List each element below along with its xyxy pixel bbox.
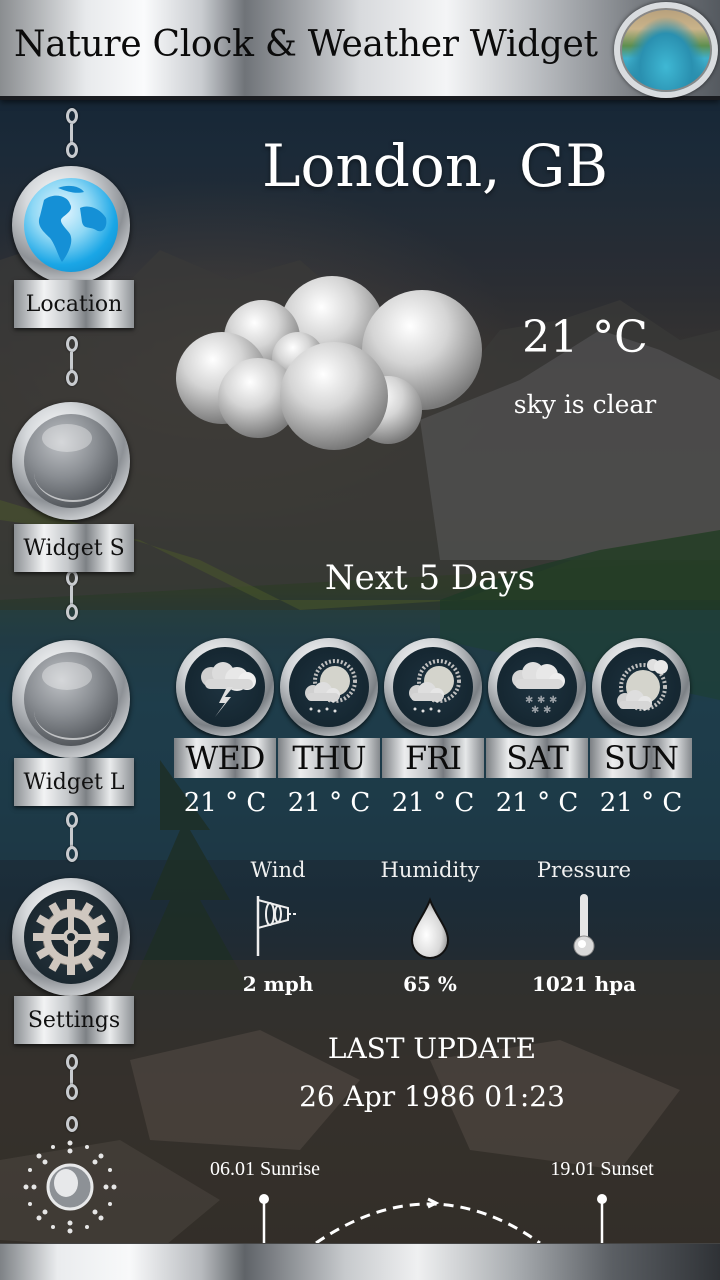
day-label: SUN xyxy=(590,738,692,778)
globe-icon xyxy=(24,178,118,272)
chain-link xyxy=(66,846,78,862)
cloud-snow-icon: ✱ ✱ ✱ ✱ ✱ xyxy=(512,662,565,716)
gear-icon xyxy=(24,890,118,984)
sunset-time: 19.01 Sunset xyxy=(550,1158,654,1180)
chain-link xyxy=(66,370,78,386)
day-label: FRI xyxy=(382,738,484,778)
footer-bar xyxy=(0,1243,720,1280)
location-label: Location xyxy=(14,280,134,328)
wind-stat: Wind 2 mph xyxy=(208,858,348,998)
wind-value: 2 mph xyxy=(242,972,314,996)
cloudy-icon xyxy=(176,276,482,450)
chain-link xyxy=(66,336,78,352)
sunrise-marker-dot xyxy=(259,1194,269,1204)
chain-link xyxy=(66,604,78,620)
humidity-value: 65 % xyxy=(403,972,457,996)
chain-link xyxy=(66,142,78,158)
day-temperature: 21 ° C xyxy=(495,788,579,818)
chain-bar xyxy=(70,586,73,606)
thunderstorm-icon xyxy=(201,662,256,717)
sunrise-time: 06.01 Sunrise xyxy=(210,1158,320,1180)
sun-path-arc xyxy=(259,1194,607,1245)
lake-mountain-logo-icon[interactable] xyxy=(614,2,718,98)
forecast-day-wed[interactable]: WED 21 ° C xyxy=(174,638,276,828)
day-temperature: 21 ° C xyxy=(183,788,267,818)
app-header: Nature Clock & Weather Widget xyxy=(0,0,720,100)
thermometer-icon xyxy=(573,894,595,957)
sun-cloud-rain-icon xyxy=(409,659,461,713)
city-name[interactable]: London, GB xyxy=(200,132,670,200)
glass-orb-icon xyxy=(24,414,118,508)
pressure-value: 1021 hpa xyxy=(531,972,637,996)
pressure-stat: Pressure 1021 hpa xyxy=(514,858,654,998)
chain-link xyxy=(66,108,78,124)
pressure-label: Pressure xyxy=(536,858,632,882)
windsock-icon xyxy=(256,896,298,956)
sidebar-item-widget-s[interactable]: Widget S xyxy=(10,402,134,572)
chain-bar xyxy=(70,828,73,848)
glass-orb-icon xyxy=(24,652,118,746)
chain-link xyxy=(66,570,78,586)
humidity-stat: Humidity 65 % xyxy=(360,858,500,998)
forecast-list: WED 21 ° C THU 21 ° C FRI 21 ° C ✱ ✱ ✱ ✱… xyxy=(174,638,694,828)
forecast-day-sun[interactable]: SUN 21 ° C xyxy=(590,638,692,828)
svg-text:✱: ✱ xyxy=(543,705,551,716)
wind-label: Wind xyxy=(250,858,306,882)
sunburst-icon[interactable] xyxy=(18,1135,122,1239)
current-temperature: 21 °C xyxy=(522,312,648,363)
water-drop-icon xyxy=(410,897,450,959)
forecast-day-sat[interactable]: ✱ ✱ ✱ ✱ ✱ SAT 21 ° C xyxy=(486,638,588,828)
weather-stats: Wind 2 mph Humidity 65 % Pressure 1021 h… xyxy=(200,858,660,1008)
forecast-day-fri[interactable]: FRI 21 ° C xyxy=(382,638,484,828)
sidebar-item-settings[interactable]: Settings xyxy=(10,878,134,1048)
current-description: sky is clear xyxy=(513,390,657,419)
day-label: WED xyxy=(174,738,276,778)
day-label: THU xyxy=(278,738,380,778)
sun-cloud-icon xyxy=(617,659,668,711)
day-temperature: 21 ° C xyxy=(599,788,683,818)
app-title: Nature Clock & Weather Widget xyxy=(14,24,598,65)
widget-l-label: Widget L xyxy=(14,758,134,806)
chain-link xyxy=(66,1116,78,1132)
chain-link xyxy=(66,1084,78,1100)
sidebar-item-widget-l[interactable]: Widget L xyxy=(10,640,134,808)
day-temperature: 21 ° C xyxy=(287,788,371,818)
day-temperature: 21 ° C xyxy=(391,788,475,818)
chain-link xyxy=(66,1054,78,1070)
svg-text:✱: ✱ xyxy=(531,705,539,716)
forecast-title: Next 5 Days xyxy=(324,558,536,598)
day-label: SAT xyxy=(486,738,588,778)
widget-s-label: Widget S xyxy=(14,524,134,572)
chain-link xyxy=(66,812,78,828)
chain-bar xyxy=(70,352,73,372)
sun-cloud-rain-icon xyxy=(305,659,357,713)
sidebar-item-location[interactable]: Location xyxy=(10,166,134,334)
forecast-day-thu[interactable]: THU 21 ° C xyxy=(278,638,380,828)
sun-arc-path xyxy=(315,1202,541,1245)
settings-label: Settings xyxy=(14,996,134,1044)
chain-bar xyxy=(70,124,73,144)
humidity-label: Humidity xyxy=(380,858,480,882)
last-update-label: LAST UPDATE xyxy=(327,1032,537,1065)
sunset-marker-dot xyxy=(597,1194,607,1204)
last-update-datetime: 26 Apr 1986 01:23 xyxy=(299,1080,565,1113)
